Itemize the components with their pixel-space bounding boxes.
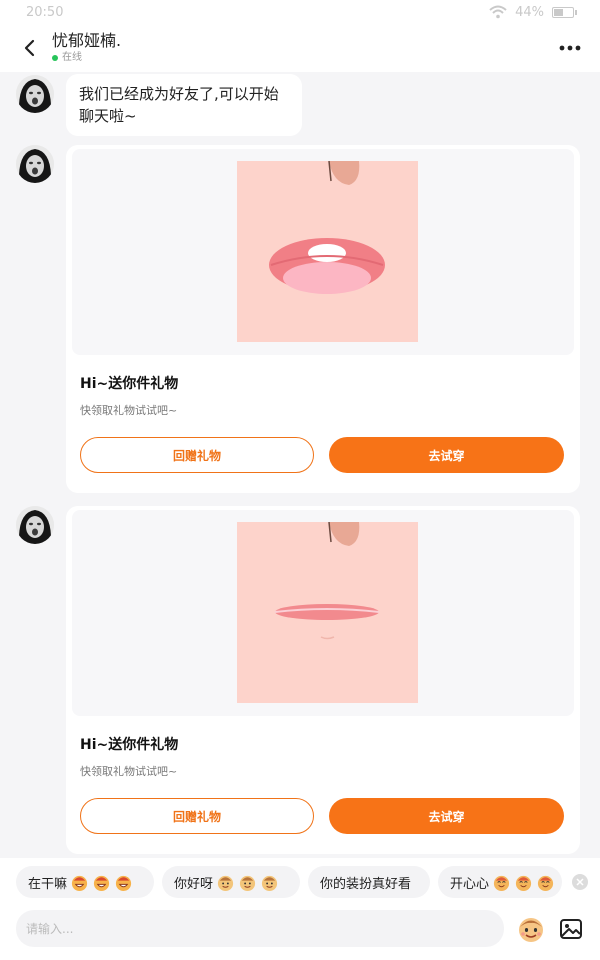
laughing-emoji-icon <box>71 875 88 891</box>
emoji-button[interactable] <box>516 914 546 944</box>
gift-image-open-lips <box>237 161 418 342</box>
chat-title: 忧郁娅楠. <box>52 31 122 50</box>
online-dot-icon <box>52 55 58 61</box>
chat-header: 忧郁娅楠. 在线 <box>0 24 600 72</box>
chat-title-block: 忧郁娅楠. 在线 <box>52 31 121 65</box>
emoji-face-icon <box>519 918 543 942</box>
contact-avatar[interactable] <box>16 145 54 183</box>
quick-reply-chip[interactable]: 你好呀 <box>162 866 300 898</box>
image-icon <box>560 919 582 939</box>
return-gift-button[interactable]: 回赠礼物 <box>80 798 314 834</box>
gift-image-area <box>72 510 574 716</box>
gift-title: Hi~送你件礼物 <box>80 737 179 753</box>
quick-reply-text: 你好呀 <box>174 876 214 892</box>
contact-avatar[interactable] <box>16 506 54 544</box>
online-status: 在线 <box>52 51 121 65</box>
image-button[interactable] <box>558 916 584 942</box>
more-horizontal-icon <box>559 45 581 51</box>
gift-card[interactable]: Hi~送你件礼物 快领取礼物试试吧~ 回赠礼物 去试穿 <box>66 145 580 493</box>
greeting-bubble: 我们已经成为好友了,可以开始聊天啦~ <box>66 74 302 136</box>
return-gift-button[interactable]: 回赠礼物 <box>80 437 314 473</box>
battery-percent: 44% <box>515 4 544 20</box>
status-indicators: 44% <box>489 4 577 20</box>
quick-reply-chip[interactable]: 开心心 <box>438 866 562 898</box>
input-bar <box>0 906 600 960</box>
gift-subtitle: 快领取礼物试试吧~ <box>80 765 178 778</box>
quick-reply-chip[interactable]: 在干嘛 <box>16 866 154 898</box>
battery-icon <box>552 6 577 18</box>
laughing-emoji-icon <box>115 875 132 891</box>
gift-card[interactable]: Hi~送你件礼物 快领取礼物试试吧~ 回赠礼物 去试穿 <box>66 506 580 854</box>
quick-reply-bar: 在干嘛 你好呀 你的装扮真好看 开心心 <box>0 858 600 906</box>
close-quick-replies-button[interactable] <box>572 874 588 890</box>
laughing-emoji-icon <box>93 875 110 891</box>
gift-image-closed-lips <box>237 522 418 703</box>
gift-subtitle: 快领取礼物试试吧~ <box>80 404 178 417</box>
waving-emoji-icon <box>261 875 278 891</box>
status-time: 20:50 <box>26 4 64 20</box>
chevron-left-icon <box>24 39 35 57</box>
gift-title: Hi~送你件礼物 <box>80 376 179 392</box>
waving-emoji-icon <box>217 875 234 891</box>
happy-emoji-icon <box>493 875 510 891</box>
contact-avatar[interactable] <box>16 75 54 113</box>
status-bar: 20:50 44% <box>0 0 600 24</box>
quick-reply-text: 开心心 <box>450 876 490 892</box>
message-input[interactable] <box>16 910 504 947</box>
happy-emoji-icon <box>537 875 554 891</box>
quick-reply-text: 你的装扮真好看 <box>320 876 412 892</box>
gift-image-area <box>72 149 574 355</box>
back-button[interactable] <box>10 24 50 72</box>
online-status-text: 在线 <box>62 52 82 63</box>
quick-reply-text: 在干嘛 <box>28 876 68 892</box>
quick-reply-chip[interactable]: 你的装扮真好看 <box>308 866 430 898</box>
waving-emoji-icon <box>239 875 256 891</box>
more-button[interactable] <box>558 36 582 60</box>
try-on-button[interactable]: 去试穿 <box>329 437 564 473</box>
happy-emoji-icon <box>515 875 532 891</box>
close-icon <box>576 878 584 886</box>
wifi-icon <box>489 5 507 19</box>
try-on-button[interactable]: 去试穿 <box>329 798 564 834</box>
